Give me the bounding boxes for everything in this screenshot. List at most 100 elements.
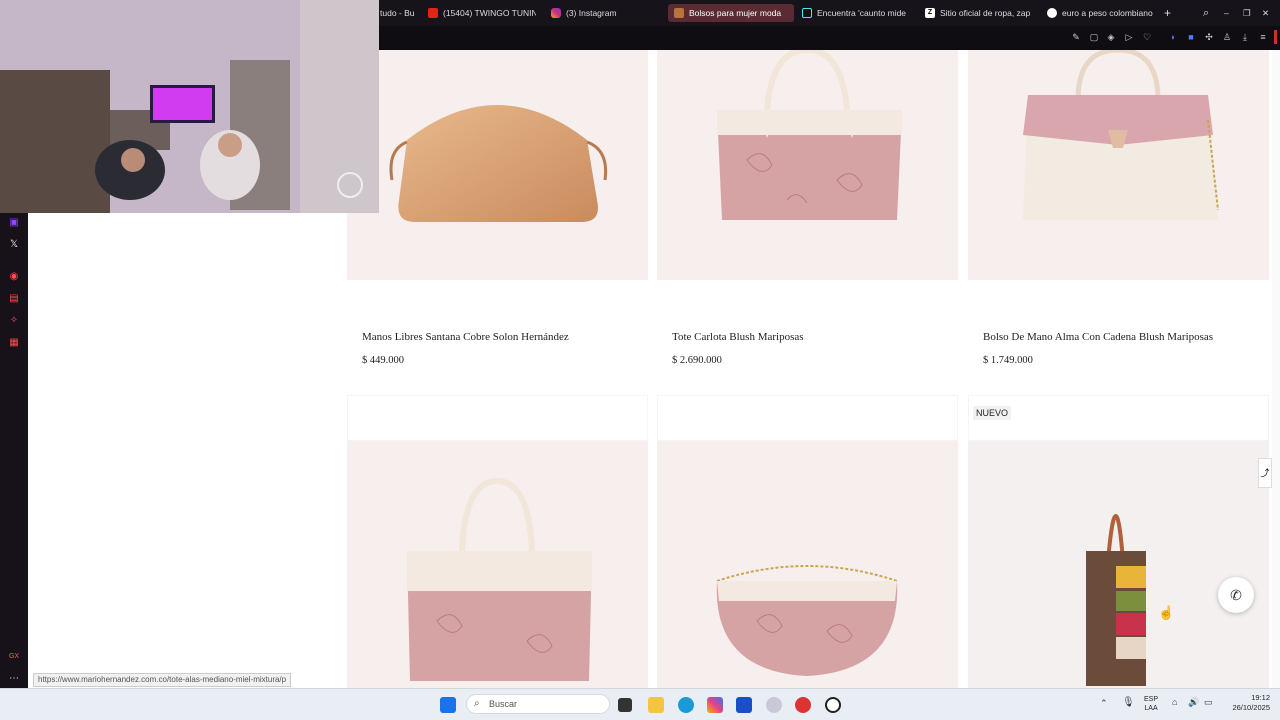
opera-gx-icon[interactable] [795, 697, 811, 713]
product-name[interactable]: Tote Carlota Blush Mariposas [672, 331, 804, 343]
tab-label: Sitio oficial de ropa, zap [940, 8, 1031, 18]
whatsapp-button[interactable]: ✆ [1218, 577, 1254, 613]
language-indicator[interactable]: ESP LAA [1144, 695, 1158, 713]
more-icon[interactable]: ⋯ [7, 672, 21, 686]
new-tab-label: + [1164, 6, 1172, 20]
tab-google[interactable]: euro a peso colombiano [1047, 4, 1157, 22]
tools-icon[interactable]: ✧ [7, 314, 21, 328]
search-icon: ⌕ [474, 698, 480, 709]
mic-icon[interactable]: 🎙 [1122, 697, 1135, 708]
mario-hernandez-icon [674, 8, 684, 18]
tab-youtube[interactable]: (15404) TWINGO TUNIN [428, 4, 536, 22]
product-header-strip-5 [657, 395, 958, 441]
product-image-4[interactable] [347, 441, 648, 688]
side-widget-tab[interactable]: ⤴ [1258, 458, 1272, 488]
clock-date: 26/10/2025 [1232, 703, 1270, 712]
copilot-icon[interactable] [707, 697, 723, 713]
crossbody-bag-image [389, 105, 608, 222]
search-placeholder: Buscar [489, 699, 518, 709]
extension-blue-icon[interactable]: ■ [1185, 31, 1197, 43]
lang-bottom: LAA [1144, 705, 1158, 712]
product-image-3[interactable] [968, 50, 1269, 280]
task-view-icon[interactable] [618, 698, 632, 712]
tote-mixtura-image [1086, 514, 1146, 686]
product-image-2[interactable] [657, 50, 958, 280]
profile-icon[interactable]: ♙ [1221, 31, 1233, 43]
taskbar-search[interactable]: ⌕ Buscar [466, 694, 610, 714]
shoulder-bag-image [716, 565, 898, 676]
tab-label: Bolsos para mujer moda [689, 8, 782, 18]
play-icon[interactable]: ▷ [1123, 31, 1135, 43]
youtube-icon [428, 8, 438, 18]
tab-1[interactable]: tudo - Bu [380, 4, 418, 22]
sidebar-accent-bar [1274, 30, 1277, 44]
tab-bolsos-active[interactable]: Bolsos para mujer moda [668, 4, 794, 22]
product-image-6[interactable] [968, 441, 1269, 688]
product-header-strip-6 [968, 395, 1269, 441]
product-price: $ 1.749.000 [983, 355, 1033, 366]
heart-icon[interactable]: ♡ [1141, 31, 1153, 43]
product-label-strip-2 [657, 280, 958, 326]
chatgpt-icon[interactable] [825, 697, 841, 713]
browser-sidebar [0, 213, 28, 688]
minimize-icon[interactable]: – [1224, 4, 1234, 22]
search-tabs-icon[interactable]: ⌕ [1203, 4, 1215, 22]
product-label-strip-3 [968, 280, 1269, 326]
product-name[interactable]: Bolso De Mano Alma Con Cadena Blush Mari… [983, 331, 1213, 343]
product-image-5[interactable] [657, 441, 958, 688]
new-badge: NUEVO [973, 406, 1012, 420]
pin-icon[interactable]: ✎ [1070, 31, 1082, 43]
tab-label: (3) Instagram [566, 8, 617, 18]
tote-mariposas-image [407, 477, 592, 681]
shield-icon[interactable]: ◈ [1105, 31, 1117, 43]
tab-tiktok[interactable]: Encuentra 'caunto mide [802, 4, 910, 22]
clock[interactable]: 19:12 26/10/2025 [1222, 693, 1270, 713]
store-icon[interactable] [736, 697, 752, 713]
translate-icon[interactable]: ◗ [1167, 31, 1179, 43]
tiktok-icon [802, 8, 812, 18]
windows-start-icon[interactable] [440, 697, 456, 713]
x-twitter-icon[interactable]: 𝕏 [7, 238, 21, 252]
screenshot-icon[interactable]: ▢ [1088, 31, 1100, 43]
file-explorer-icon[interactable] [648, 697, 664, 713]
download-icon[interactable]: ⤓ [1239, 31, 1251, 43]
product-label-strip-1 [347, 280, 648, 326]
webcam-video-image [0, 0, 379, 213]
app-icon[interactable] [766, 697, 782, 713]
maximize-icon[interactable]: ❐ [1243, 4, 1253, 22]
google-icon [1047, 8, 1057, 18]
edge-icon[interactable] [678, 697, 694, 713]
scrollbar-track[interactable] [1272, 50, 1280, 688]
instagram-icon [551, 8, 561, 18]
chevron-up-icon[interactable]: ⌃ [1100, 698, 1108, 709]
new-tab-button[interactable]: + [1164, 4, 1178, 22]
product-header-strip-4 [347, 395, 648, 441]
tab-instagram[interactable]: (3) Instagram [551, 4, 651, 22]
product-name[interactable]: Manos Libres Santana Cobre Solon Hernánd… [362, 331, 569, 343]
product-image-1[interactable] [347, 50, 648, 280]
wallet-icon[interactable]: ▦ [7, 336, 21, 350]
close-icon[interactable]: ✕ [1262, 4, 1272, 22]
tab-label: Encuentra 'caunto mide [817, 8, 907, 18]
battery-icon[interactable]: ▭ [1204, 697, 1213, 708]
menu-icon[interactable]: ≡ [1257, 31, 1269, 43]
zara-icon: Z [925, 8, 935, 18]
tab-zara[interactable]: Z Sitio oficial de ropa, zap [925, 4, 1033, 22]
player-icon[interactable]: ◉ [7, 270, 21, 284]
tab-label: (15404) TWINGO TUNIN [443, 8, 536, 18]
twitch-icon[interactable]: ▣ [7, 216, 21, 230]
lang-top: ESP [1144, 696, 1159, 703]
tab-label: tudo - Bu [380, 8, 415, 18]
volume-icon[interactable]: 🔊 [1188, 697, 1199, 708]
clock-time: 19:12 [1251, 693, 1270, 702]
webcam-overlay [0, 0, 379, 213]
puzzle-icon[interactable]: ✣ [1203, 31, 1215, 43]
product-price: $ 2.690.000 [672, 355, 722, 366]
windows-taskbar [0, 688, 1280, 720]
handbag-chain-image [1023, 50, 1219, 220]
wifi-icon[interactable]: ⌂ [1172, 697, 1177, 707]
book-icon[interactable]: ▤ [7, 292, 21, 306]
tote-blush-image [717, 50, 902, 220]
status-url-tooltip: https://www.mariohernandez.com.co/tote-a… [33, 673, 292, 687]
gx-label[interactable]: GX [7, 650, 21, 664]
